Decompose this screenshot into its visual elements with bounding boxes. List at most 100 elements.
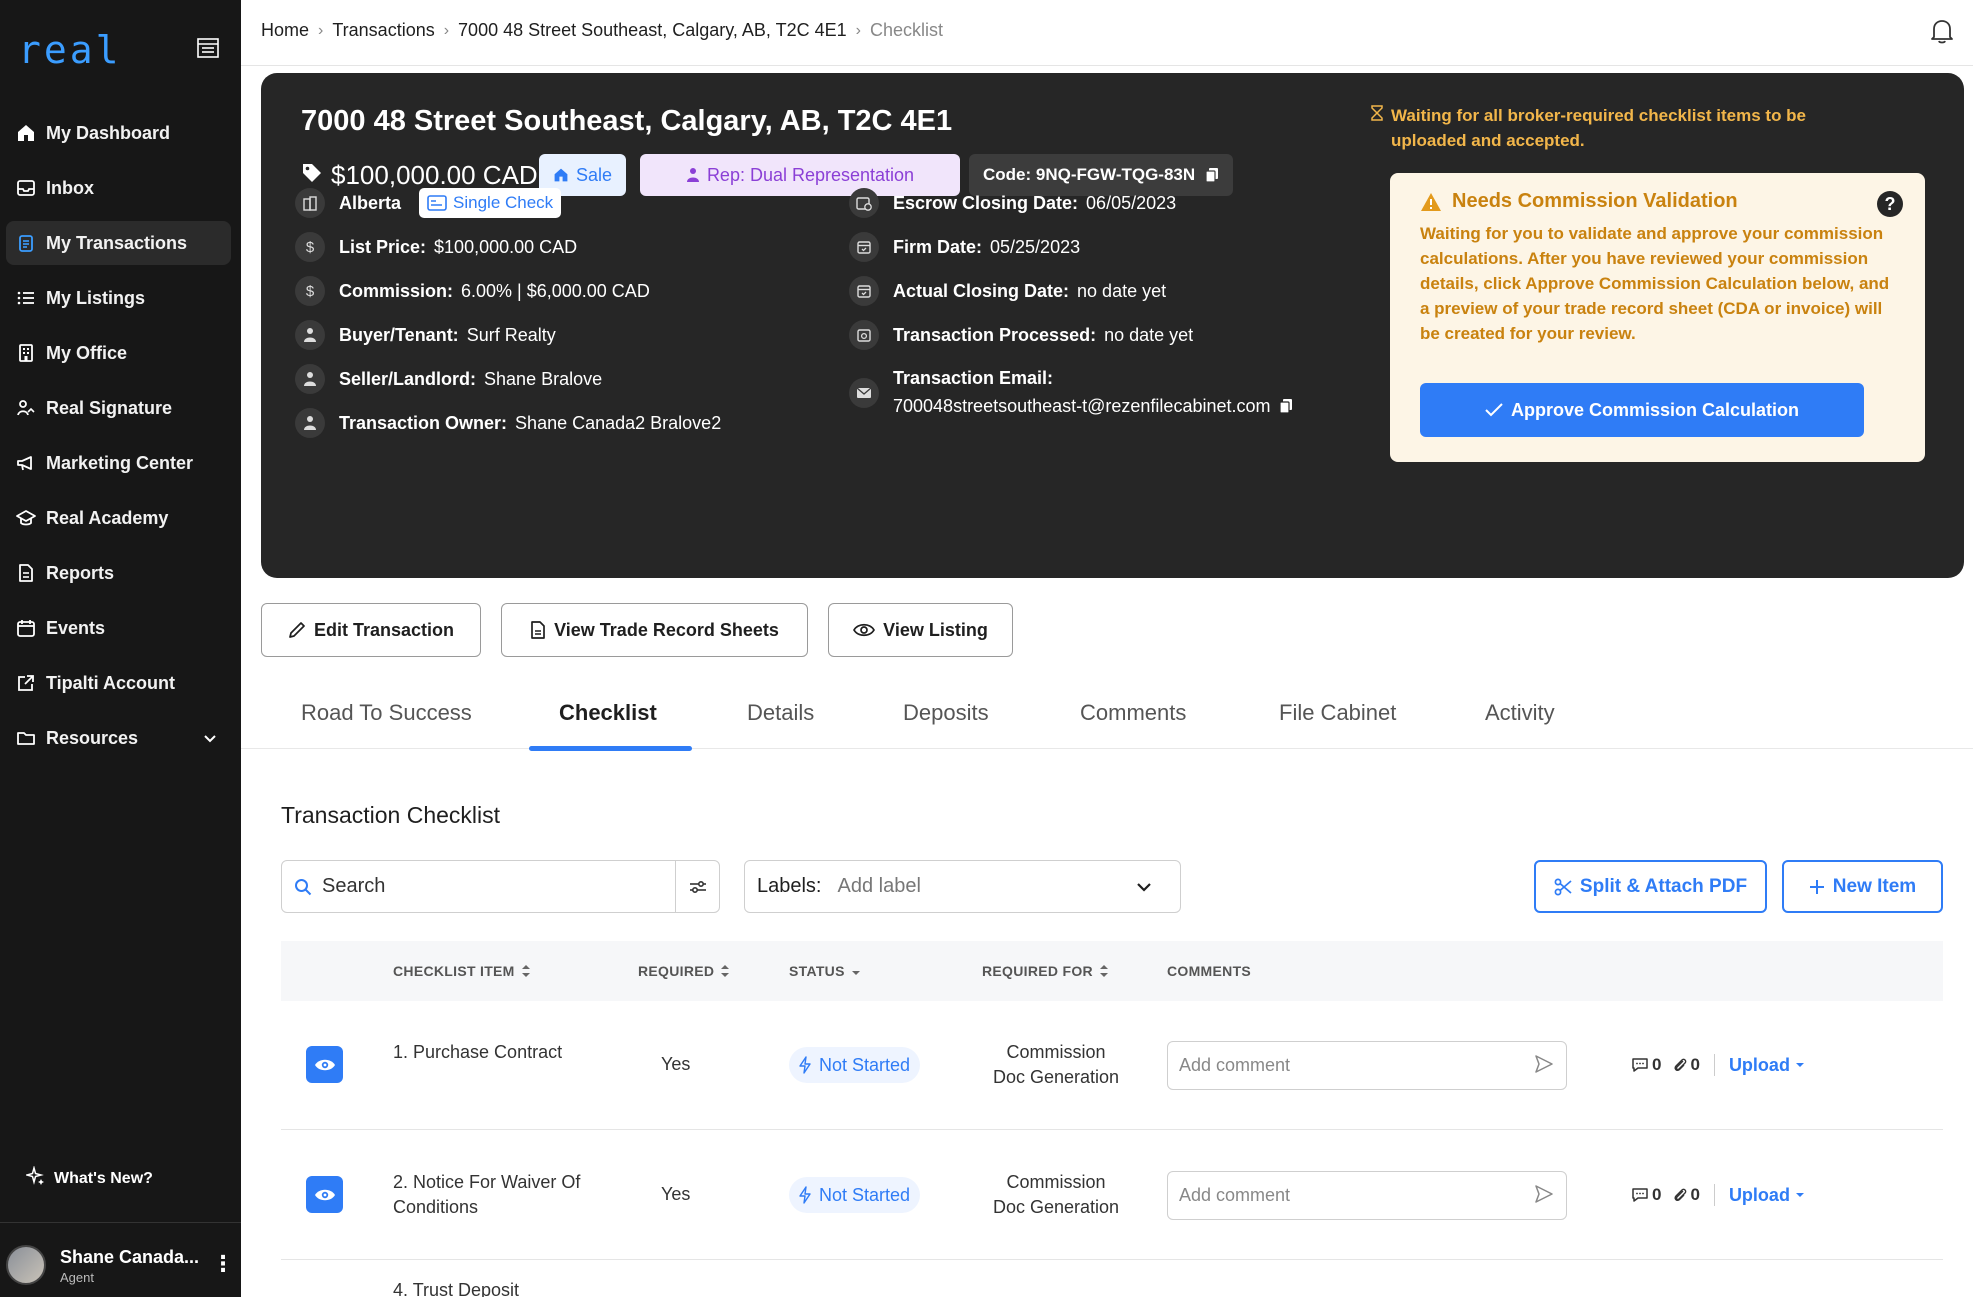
sidebar-item-my-transactions[interactable]: My Transactions: [6, 221, 231, 265]
sidebar-item-resources[interactable]: Resources: [6, 716, 231, 760]
sidebar-item-dashboard[interactable]: My Dashboard: [6, 111, 231, 155]
tab-comments[interactable]: Comments: [1080, 700, 1186, 749]
breadcrumb-transactions[interactable]: Transactions: [332, 20, 434, 41]
preview-eye-button[interactable]: [306, 1176, 343, 1213]
eye-icon: [853, 623, 876, 637]
sidebar-item-reports[interactable]: Reports: [6, 551, 231, 595]
upload-label: Upload: [1728, 1184, 1790, 1205]
view-trade-record-sheets-label: View Trade Record Sheets: [554, 619, 779, 640]
comment-input[interactable]: Add comment: [1167, 1171, 1567, 1220]
check-card-icon: [427, 195, 447, 211]
required-for-value: Commission Doc Generation: [986, 1170, 1126, 1220]
checklist-title: Transaction Checklist: [281, 802, 501, 828]
sidebar-item-real-academy[interactable]: Real Academy: [6, 496, 231, 540]
checklist-item-name[interactable]: 4. Trust Deposit: [393, 1278, 519, 1297]
transaction-header-card: 7000 48 Street Southeast, Calgary, AB, T…: [261, 73, 1964, 578]
split-attach-pdf-button[interactable]: Split & Attach PDF: [1534, 860, 1767, 913]
column-label: REQUIRED: [638, 963, 715, 979]
view-trade-record-sheets-button[interactable]: View Trade Record Sheets: [501, 603, 808, 657]
breadcrumb-address[interactable]: 7000 48 Street Southeast, Calgary, AB, T…: [458, 20, 847, 41]
sidebar-item-my-listings[interactable]: My Listings: [6, 276, 231, 320]
comment-placeholder: Add comment: [1179, 1185, 1291, 1205]
edit-transaction-button[interactable]: Edit Transaction: [261, 603, 481, 657]
firm-date-row: Firm Date: 05/25/2023: [849, 232, 1080, 262]
copy-icon[interactable]: [1205, 167, 1219, 183]
sidebar-item-my-office[interactable]: My Office: [6, 331, 231, 375]
avatar: [6, 1245, 46, 1285]
commission-label: Commission:: [339, 280, 454, 301]
collapse-menu-icon[interactable]: [196, 36, 220, 60]
sidebar-item-events[interactable]: Events: [6, 606, 231, 650]
price-tag-icon: [301, 160, 323, 191]
sort-desc-icon: [851, 963, 861, 979]
upload-dropdown[interactable]: Upload: [1729, 1055, 1808, 1076]
bell-icon[interactable]: [1929, 17, 1955, 45]
approve-commission-label: Approve Commission Calculation: [1510, 399, 1800, 420]
status-badge[interactable]: Not Started: [789, 1047, 921, 1083]
whats-new-link[interactable]: What's New?: [24, 1165, 153, 1191]
new-item-button[interactable]: New Item: [1782, 860, 1943, 913]
chevron-down-icon[interactable]: [203, 728, 217, 749]
processed-label: Transaction Processed:: [893, 324, 1097, 345]
buyer-value: Surf Realty: [466, 324, 556, 345]
tab-road-to-success[interactable]: Road To Success: [301, 700, 472, 749]
sidebar-item-real-signature[interactable]: Real Signature: [6, 386, 231, 430]
checklist-item-line: Conditions: [393, 1197, 479, 1217]
tab-activity[interactable]: Activity: [1485, 700, 1555, 749]
app-logo[interactable]: real: [18, 28, 122, 72]
top-bar: Home › Transactions › 7000 48 Street Sou…: [241, 0, 1973, 66]
scissors-icon: [1554, 878, 1572, 896]
caret-down-icon: [1795, 1061, 1805, 1069]
column-header-status[interactable]: STATUS: [789, 941, 861, 1001]
tab-deposits[interactable]: Deposits: [903, 700, 989, 749]
sidebar-item-label: My Transactions: [46, 232, 188, 253]
send-icon[interactable]: [1534, 1184, 1554, 1204]
view-listing-button[interactable]: View Listing: [828, 603, 1013, 657]
required-for-line: Commission: [1006, 1172, 1106, 1192]
labels-select[interactable]: Labels: Add label: [744, 860, 1181, 913]
hourglass-icon: [1371, 103, 1385, 128]
warning-icon: [1420, 192, 1442, 212]
breadcrumb-home[interactable]: Home: [261, 20, 309, 41]
seller-label: Seller/Landlord:: [339, 368, 477, 389]
comment-input[interactable]: Add comment: [1167, 1041, 1567, 1090]
sort-icon: [1099, 963, 1109, 979]
filter-settings-icon[interactable]: [675, 861, 719, 912]
more-vertical-icon[interactable]: ⋮: [212, 1251, 234, 1277]
tab-details[interactable]: Details: [747, 700, 814, 749]
column-header-required-for[interactable]: REQUIRED FOR: [982, 941, 1109, 1001]
list-price-value: $100,000.00 CAD: [434, 236, 578, 257]
required-for-line: Commission: [1006, 1042, 1106, 1062]
approve-commission-button[interactable]: Approve Commission Calculation: [1420, 383, 1864, 437]
user-profile[interactable]: Shane Canada... Agent ⋮: [0, 1222, 241, 1297]
sidebar-item-inbox[interactable]: Inbox: [6, 166, 231, 210]
lightning-icon: [799, 1056, 811, 1074]
search-input[interactable]: Search: [281, 860, 720, 913]
list-icon: [16, 288, 36, 308]
sidebar-item-marketing-center[interactable]: Marketing Center: [6, 441, 231, 485]
column-header-checklist-item[interactable]: CHECKLIST ITEM: [393, 941, 531, 1001]
checklist-item-name[interactable]: 1. Purchase Contract: [393, 1040, 562, 1065]
folder-icon: [16, 728, 36, 748]
tab-file-cabinet[interactable]: File Cabinet: [1279, 700, 1396, 749]
person-icon: [295, 364, 325, 394]
dollar-icon: $: [295, 232, 325, 262]
province-row: Alberta Single Check: [295, 188, 562, 218]
user-name: Shane Canada...: [60, 1247, 200, 1267]
column-header-required[interactable]: REQUIRED: [638, 941, 730, 1001]
labels-placeholder: Add label: [837, 875, 921, 897]
sidebar-item-tipalti-account[interactable]: Tipalti Account: [6, 661, 231, 705]
help-icon[interactable]: ?: [1877, 191, 1903, 217]
copy-icon[interactable]: [1278, 398, 1293, 414]
dollar-icon: $: [295, 276, 325, 306]
checklist-item-name[interactable]: 2. Notice For Waiver Of Conditions: [393, 1170, 580, 1220]
sidebar-item-label: My Office: [46, 342, 128, 363]
status-badge[interactable]: Not Started: [789, 1177, 921, 1213]
tab-checklist[interactable]: Checklist: [559, 700, 657, 749]
upload-dropdown[interactable]: Upload: [1729, 1185, 1808, 1206]
processed-value: no date yet: [1104, 324, 1194, 345]
preview-eye-button[interactable]: [306, 1046, 343, 1083]
waiting-notice: Waiting for all broker-required checklis…: [1371, 103, 1871, 153]
required-for-line: Doc Generation: [992, 1067, 1120, 1087]
send-icon[interactable]: [1534, 1054, 1554, 1074]
